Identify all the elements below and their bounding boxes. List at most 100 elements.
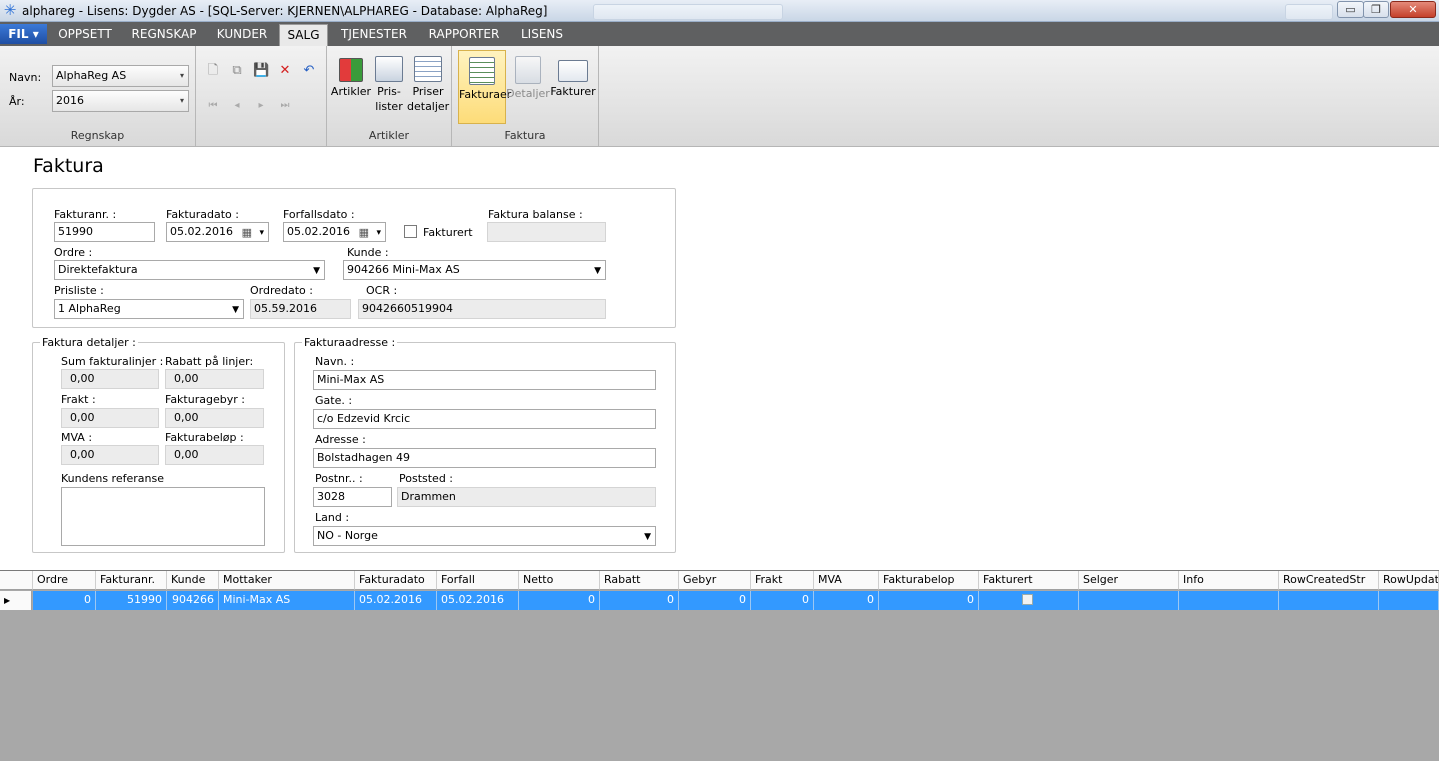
cell-selger[interactable] — [1079, 591, 1179, 610]
ordre-value: Direktefaktura — [58, 263, 138, 276]
cell-rowcreated[interactable] — [1279, 591, 1379, 610]
first-record-icon[interactable]: ⏮ — [205, 98, 221, 114]
chevron-down-icon: ▾ — [259, 228, 264, 238]
fakturert-cell-checkbox[interactable] — [1022, 594, 1033, 605]
col-header-fakturert[interactable]: Fakturert — [979, 571, 1079, 590]
cell-netto[interactable]: 0 — [519, 591, 600, 610]
cell-frakt[interactable]: 0 — [751, 591, 814, 610]
calendar-icon: ▦ — [358, 226, 369, 239]
close-icon: ✕ — [1408, 3, 1418, 16]
col-header-fakturanr[interactable]: Fakturanr. — [96, 571, 167, 590]
fakturaer-button[interactable]: Fakturaer — [458, 50, 511, 124]
col-header-forfall[interactable]: Forfall — [437, 571, 519, 590]
artikler-button[interactable]: Artikler — [329, 50, 373, 122]
col-header-frakt[interactable]: Frakt — [751, 571, 814, 590]
priser-detaljer-button[interactable]: Priser detaljer — [407, 50, 449, 122]
col-header-info[interactable]: Info — [1179, 571, 1279, 590]
tab-kunder[interactable]: KUNDER — [208, 22, 276, 46]
cell-fakturanr[interactable]: 51990 — [96, 591, 167, 610]
cell-rowupdate[interactable] — [1379, 591, 1439, 610]
belop-label: Fakturabeløp : — [165, 431, 244, 444]
kundens-referanse-textarea[interactable] — [61, 487, 265, 546]
adr-adresse-label: Adresse : — [315, 433, 366, 446]
col-header-mottaker[interactable]: Mottaker — [219, 571, 355, 590]
cell-fakturabelop[interactable]: 0 — [879, 591, 979, 610]
forfallsdato-picker[interactable]: 05.02.2016 ▦ ▾ — [283, 222, 386, 242]
cell-mva[interactable]: 0 — [814, 591, 879, 610]
col-header-selger[interactable]: Selger — [1079, 571, 1179, 590]
row-selector-icon[interactable]: ▶ — [0, 591, 32, 610]
col-header-rabatt[interactable]: Rabatt — [600, 571, 679, 590]
fakturanr-label: Fakturanr. : — [54, 208, 117, 221]
close-button[interactable]: ✕ — [1390, 1, 1436, 18]
copy-icon[interactable]: ⧉ — [229, 63, 245, 79]
tab-regnskap[interactable]: REGNSKAP — [124, 22, 204, 46]
tab-oppsett[interactable]: OPPSETT — [50, 22, 120, 46]
cell-forfall[interactable]: 05.02.2016 — [437, 591, 519, 610]
save-icon[interactable]: 💾 — [253, 63, 269, 79]
ordre-combo[interactable]: Direktefaktura ▼ — [54, 260, 325, 280]
maximize-button[interactable]: ❐ — [1363, 1, 1389, 18]
tab-tjenester[interactable]: TJENESTER — [333, 22, 415, 46]
fakturadato-picker[interactable]: 05.02.2016 ▦ ▾ — [166, 222, 269, 242]
col-header-gebyr[interactable]: Gebyr — [679, 571, 751, 590]
previous-record-icon[interactable]: ◂ — [229, 98, 245, 114]
undo-icon[interactable]: ↶ — [301, 63, 317, 79]
restore-icon: ❐ — [1371, 3, 1381, 16]
adr-adresse-field[interactable]: Bolstadhagen 49 — [313, 448, 656, 468]
tab-lisens[interactable]: LISENS — [512, 22, 572, 46]
minimize-button[interactable]: ▭ — [1337, 1, 1364, 18]
chevron-down-icon: ▼ — [594, 266, 601, 276]
new-document-icon[interactable]: 🗋 — [205, 63, 221, 79]
adr-postnr-field[interactable]: 3028 — [313, 487, 392, 507]
tab-rapporter[interactable]: RAPPORTER — [420, 22, 508, 46]
background-tab — [1285, 4, 1333, 20]
adr-land-label: Land : — [315, 511, 350, 524]
tab-salg[interactable]: SALG — [279, 24, 328, 46]
cell-kunde[interactable]: 904266 — [167, 591, 219, 610]
last-record-icon[interactable]: ⏭ — [277, 98, 293, 114]
ar-label: År: — [9, 95, 25, 108]
ocr-label: OCR : — [366, 284, 398, 297]
adr-navn-field[interactable]: Mini-Max AS — [313, 370, 656, 390]
prisliste-combo[interactable]: 1 AlphaReg ▼ — [54, 299, 244, 319]
priser-label-2: detaljer — [407, 100, 450, 113]
col-header-rowupdate[interactable]: RowUpdate — [1379, 571, 1439, 590]
frakt-field: 0,00 — [61, 408, 159, 428]
fakturert-checkbox[interactable] — [404, 225, 417, 238]
fil-menu-button[interactable]: FIL ▾ — [0, 24, 47, 44]
col-header-fakturabelop[interactable]: Fakturabelop — [879, 571, 979, 590]
kunde-combo[interactable]: 904266 Mini-Max AS ▼ — [343, 260, 606, 280]
chevron-down-icon: ▾ — [179, 71, 184, 80]
cell-rabatt[interactable]: 0 — [600, 591, 679, 610]
delete-icon[interactable]: ✕ — [277, 63, 293, 79]
col-header-mva[interactable]: MVA — [814, 571, 879, 590]
col-header-ordre[interactable]: Ordre — [33, 571, 96, 590]
background-tab — [593, 4, 783, 20]
col-header-kunde[interactable]: Kunde — [167, 571, 219, 590]
next-record-icon[interactable]: ▸ — [253, 98, 269, 114]
page-title: Faktura — [33, 155, 104, 177]
col-header-netto[interactable]: Netto — [519, 571, 600, 590]
cell-ordre[interactable]: 0 — [33, 591, 96, 610]
col-header-rowcreated[interactable]: RowCreatedStr — [1279, 571, 1379, 590]
ribbon: Navn: AlphaReg AS ▾ År: 2016 ▾ Regnskap 🗋 … — [0, 46, 1439, 147]
cell-mottaker[interactable]: Mini-Max AS — [219, 591, 355, 610]
ribbon-group-label: Regnskap — [70, 129, 125, 142]
fakturanr-field[interactable]: 51990 — [54, 222, 155, 242]
col-header-fakturadato[interactable]: Fakturadato — [355, 571, 437, 590]
cell-fakturert[interactable] — [979, 591, 1079, 610]
belop-field: 0,00 — [165, 445, 264, 465]
cell-fakturadato[interactable]: 05.02.2016 — [355, 591, 437, 610]
adr-gate-field[interactable]: c/o Edzevid Krcic — [313, 409, 656, 429]
fakturer-button[interactable]: Fakturer — [550, 50, 596, 122]
navn-combo[interactable]: AlphaReg AS ▾ — [52, 65, 189, 87]
detaljer-button[interactable]: Detaljer — [506, 50, 550, 122]
adr-poststed-label: Poststed : — [399, 472, 454, 485]
prislister-button[interactable]: Pris- lister — [371, 50, 407, 122]
cell-info[interactable] — [1179, 591, 1279, 610]
adr-land-combo[interactable]: NO - Norge ▼ — [313, 526, 656, 546]
mva-field: 0,00 — [61, 445, 159, 465]
cell-gebyr[interactable]: 0 — [679, 591, 751, 610]
ar-combo[interactable]: 2016 ▾ — [52, 90, 189, 112]
